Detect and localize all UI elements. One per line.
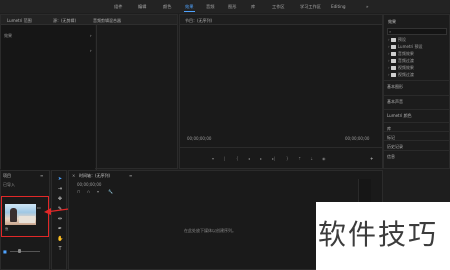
zoom-slider-handle[interactable] [18, 249, 21, 253]
thumbnail-figure [10, 208, 17, 222]
divider [96, 25, 97, 170]
add-button-icon[interactable]: + [370, 156, 373, 161]
scrub-bar[interactable] [180, 147, 384, 148]
chevron-right-icon[interactable]: › [90, 48, 92, 53]
panel-history[interactable]: 历史记录 [384, 140, 450, 150]
tree-item[interactable]: › Lumetri 预设 [388, 44, 423, 50]
tree-item[interactable]: › 音频过渡 [388, 58, 414, 64]
export-frame-icon[interactable]: ◉ [322, 156, 326, 161]
tree-item[interactable]: › 视频过渡 [388, 72, 414, 78]
workspace-tab-color[interactable]: 颜色 [163, 4, 171, 10]
track-select-tool-icon[interactable]: ⇥ [57, 186, 63, 192]
folder-icon [390, 52, 396, 56]
timeline-menu-icon[interactable]: ≡ [129, 173, 132, 178]
workspace-overflow-button[interactable]: » [366, 4, 369, 9]
add-marker-icon[interactable]: ▾ [97, 189, 99, 194]
folder-icon [390, 59, 396, 63]
source-panel: Lumetri 范围 源：(无剪辑) 音频剪辑混合器 效果 › › ⇥ [0, 14, 178, 181]
watermark-text: 软件技巧 [318, 218, 439, 251]
clip-thumbnail[interactable] [5, 204, 36, 225]
workspace-tab-editing-en[interactable]: Editing [331, 4, 346, 9]
program-monitor: 节目：(无序列) 00;00;00;00 00;00;00;00 ▾ | { ◂… [179, 14, 384, 169]
folder-icon [390, 73, 396, 77]
program-monitor-header: 节目：(无序列) [180, 15, 382, 25]
timeline-title: 时间轴：(无序列) [79, 173, 111, 178]
linked-selection-icon[interactable]: ∩ [87, 189, 90, 194]
workspace-tab-learning[interactable]: 学习工作区 [300, 4, 321, 10]
list-view-icon[interactable]: ■ [3, 249, 7, 254]
effect-controls-row: 效果 [4, 33, 12, 38]
chevron-right-icon[interactable]: › [90, 33, 92, 38]
search-icon: ⌕ [389, 29, 392, 34]
workspace-tab-libraries[interactable]: 库 [251, 4, 255, 10]
selection-tool-icon[interactable]: ➤ [57, 176, 63, 182]
workspace-tab-workspace[interactable]: 工作区 [272, 4, 285, 10]
folder-icon [390, 66, 396, 70]
active-tab-underline [184, 11, 195, 12]
timeline-empty-text: 在此处放下媒体以创建序列。 [184, 228, 236, 233]
tools-panel: ➤ ⇥ ✥ ✎ ⇹ ✒ ✋ T [51, 170, 67, 270]
workspace-tab-audio[interactable]: 音频 [206, 4, 214, 10]
program-monitor-title: 节目：(无序列) [185, 18, 213, 23]
tree-item[interactable]: › 视频效果 [388, 65, 414, 71]
panel-essential-graphics[interactable]: 基本图形 [384, 80, 450, 90]
panel-info[interactable]: 信息 [384, 150, 450, 160]
effects-search-input[interactable]: ⌕ [387, 28, 447, 35]
source-panel-header: Lumetri 范围 源：(无剪辑) 音频剪辑混合器 [1, 15, 177, 25]
effects-panel-title: 效果 [388, 19, 396, 24]
close-icon[interactable]: × [72, 173, 75, 178]
workspace-tab-effects[interactable]: 效果 [185, 4, 193, 10]
panel-essential-sound[interactable]: 基本声音 [384, 95, 450, 105]
program-timecode-left: 00;00;00;00 [187, 136, 212, 141]
mark-out-icon[interactable]: | [224, 156, 225, 161]
tab-source[interactable]: 源：(无剪辑) [53, 18, 76, 24]
folder-icon [390, 38, 396, 42]
workspace-tab-assembly[interactable]: 组件 [114, 4, 122, 10]
tree-item[interactable]: › 预设 [388, 37, 406, 43]
thumbnail-table [19, 216, 35, 223]
folder-icon [390, 45, 396, 49]
tree-item[interactable]: › 音频效果 [388, 51, 414, 57]
panel-lumetri-color[interactable]: Lumetri 颜色 [384, 109, 450, 119]
type-tool-icon[interactable]: T [57, 246, 63, 252]
project-panel: 项目 ≡ 已导入 ▭ 鱼 ■ [0, 170, 50, 270]
workspace-tab-editing[interactable]: 编辑 [138, 4, 146, 10]
project-panel-title: 项目 [3, 173, 11, 178]
go-to-in-icon[interactable]: { [236, 156, 239, 161]
source-viewer-left [1, 25, 95, 170]
project-menu-icon[interactable]: ≡ [40, 173, 43, 178]
mark-in-icon[interactable]: ▾ [212, 156, 214, 161]
project-subtitle: 已导入 [3, 182, 15, 187]
workspace-tab-graphics[interactable]: 图形 [228, 4, 236, 10]
timeline-timecode: 00;00;00;00 [77, 182, 102, 187]
zoom-slider[interactable] [10, 251, 40, 252]
hand-tool-icon[interactable]: ✋ [57, 236, 63, 242]
step-back-icon[interactable]: ◂ [248, 156, 250, 161]
go-to-out-icon[interactable]: } [286, 156, 289, 161]
snap-icon[interactable]: ⊓ [77, 189, 80, 194]
wrench-icon[interactable]: 🔧 [108, 189, 113, 194]
tab-audio-clip-mixer[interactable]: 音频剪辑混合器 [93, 18, 121, 24]
pen-tool-icon[interactable]: ✒ [57, 226, 63, 232]
workspace-bar: 组件 编辑 颜色 效果 音频 图形 库 工作区 学习工作区 Editing » [0, 0, 450, 13]
lift-icon[interactable]: ⇡ [298, 156, 301, 161]
play-icon[interactable]: ▸ [260, 156, 262, 161]
step-forward-icon[interactable]: ▸| [272, 156, 275, 161]
program-timecode-right: 00;00;00;00 [345, 136, 370, 141]
extract-icon[interactable]: ⇣ [310, 156, 313, 161]
tab-lumetri-scopes[interactable]: Lumetri 范围 [7, 18, 32, 24]
clip-caption: 鱼 [5, 227, 9, 231]
